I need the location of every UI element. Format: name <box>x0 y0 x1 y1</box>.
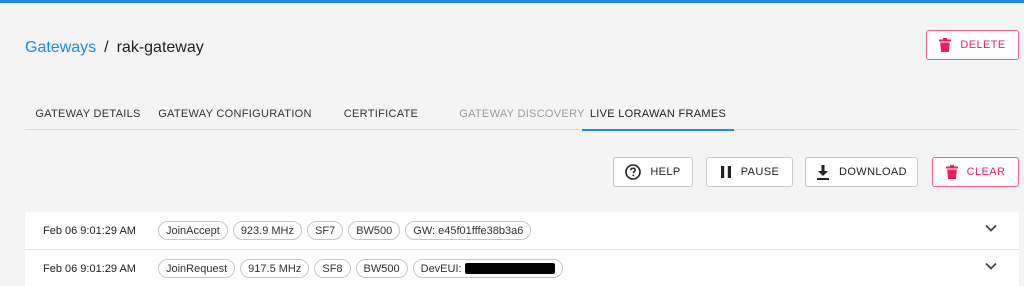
gateway-id-tag: GW: e45f01fffe38b3a6 <box>405 221 532 240</box>
trash-icon <box>939 38 952 52</box>
download-button[interactable]: DOWNLOAD <box>805 157 918 187</box>
help-button[interactable]: HELP <box>613 157 693 187</box>
frequency-tag: 923.9 MHz <box>232 221 303 240</box>
chevron-down-icon[interactable] <box>985 224 997 232</box>
frame-timestamp: Feb 06 9:01:29 AM <box>43 262 136 275</box>
frames-list: Feb 06 9:01:29 AM JoinAccept 923.9 MHz S… <box>25 212 1019 286</box>
breadcrumb-separator: / <box>104 39 109 56</box>
dev-eui-label: DevEUI: <box>420 262 462 275</box>
tab-certificate[interactable]: CERTIFICATE <box>331 98 431 130</box>
dev-eui-tag: DevEUI: <box>412 259 563 278</box>
frame-tags: JoinRequest 917.5 MHz SF8 BW500 DevEUI: <box>158 259 563 278</box>
bandwidth-tag: BW500 <box>355 259 408 278</box>
chevron-down-icon[interactable] <box>985 262 997 270</box>
clear-button-label: CLEAR <box>966 166 1006 178</box>
frame-tags: JoinAccept 923.9 MHz SF7 BW500 GW: e45f0… <box>158 221 532 240</box>
tab-bar: GATEWAY DETAILS GATEWAY CONFIGURATION CE… <box>25 98 1019 131</box>
frequency-tag: 917.5 MHz <box>240 259 310 278</box>
breadcrumb: Gateways / rak-gateway <box>25 39 204 57</box>
frame-timestamp: Feb 06 9:01:29 AM <box>43 224 136 237</box>
pause-button[interactable]: PAUSE <box>706 157 793 187</box>
pause-button-label: PAUSE <box>740 166 780 178</box>
frame-row[interactable]: Feb 06 9:01:29 AM JoinRequest 917.5 MHz … <box>25 250 1019 286</box>
tab-gateway-configuration[interactable]: GATEWAY CONFIGURATION <box>155 98 315 130</box>
bandwidth-tag: BW500 <box>348 221 401 240</box>
download-button-label: DOWNLOAD <box>839 166 907 178</box>
help-button-label: HELP <box>650 166 681 178</box>
tab-gateway-discovery: GATEWAY DISCOVERY <box>459 108 585 120</box>
clear-button[interactable]: CLEAR <box>932 157 1019 187</box>
frame-type-tag: JoinRequest <box>158 259 236 278</box>
help-circle-icon <box>625 164 642 180</box>
delete-button[interactable]: DELETE <box>926 30 1019 60</box>
breadcrumb-gateways-link[interactable]: Gateways <box>25 39 96 57</box>
delete-button-label: DELETE <box>960 39 1006 51</box>
spreading-factor-tag: SF8 <box>314 259 351 278</box>
tab-live-lorawan-frames[interactable]: LIVE LORAWAN FRAMES <box>582 98 734 131</box>
top-accent-bar <box>0 0 1024 3</box>
frame-type-tag: JoinAccept <box>158 221 228 240</box>
breadcrumb-current: rak-gateway <box>116 39 204 56</box>
pause-icon <box>720 165 732 179</box>
frame-row[interactable]: Feb 06 9:01:29 AM JoinAccept 923.9 MHz S… <box>25 212 1019 250</box>
trash-icon <box>945 165 958 179</box>
spreading-factor-tag: SF7 <box>307 221 344 240</box>
tab-gateway-details[interactable]: GATEWAY DETAILS <box>25 98 151 130</box>
download-icon <box>816 164 830 180</box>
redacted-value <box>464 263 555 274</box>
